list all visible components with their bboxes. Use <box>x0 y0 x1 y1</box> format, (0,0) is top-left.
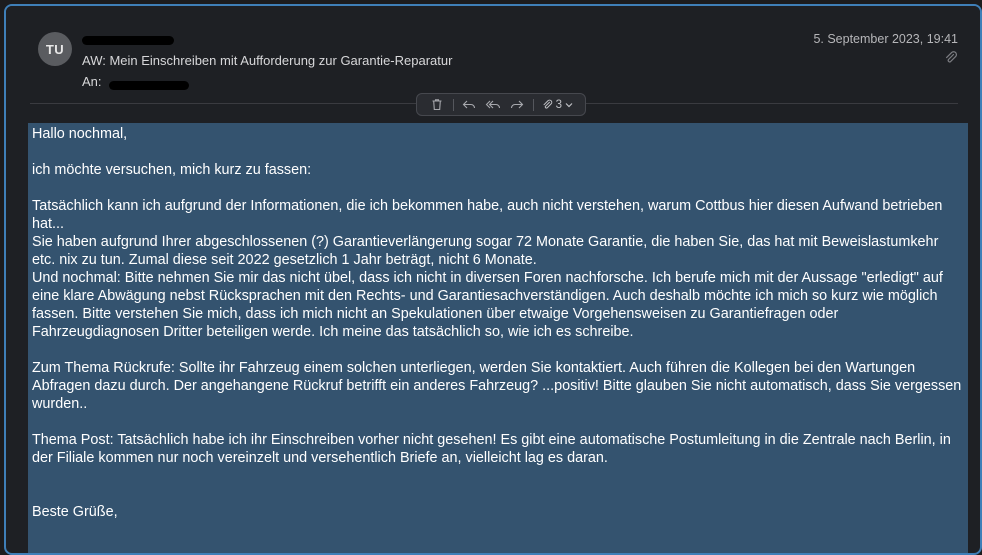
attachments-button[interactable]: 3 <box>542 99 573 111</box>
message-body[interactable]: Hallo nochmal, ich möchte versuchen, mic… <box>28 123 968 553</box>
attachment-count: 3 <box>555 98 563 111</box>
paragraph-2: Zum Thema Rückrufe: Sollte ihr Fahrzeug … <box>32 360 962 412</box>
closing: Beste Grüße, <box>32 504 118 520</box>
to-label: An: <box>82 74 102 89</box>
message-date: 5. September 2023, 19:41 <box>813 32 958 46</box>
mail-window: TU AW: Mein Einschreiben mit Aufforderun… <box>4 4 982 555</box>
paragraph-1-line: Und nochmal: Bitte nehmen Sie mir das ni… <box>32 270 943 340</box>
intro-paragraph: ich möchte versuchen, mich kurz zu fasse… <box>32 162 312 178</box>
recipient-row: An: <box>82 74 190 90</box>
paragraph-3: Thema Post: Tatsächlich habe ich ihr Ein… <box>32 432 951 466</box>
toolbar-separator <box>532 98 534 111</box>
paragraph-1: Tatsächlich kann ich aufgrund der Inform… <box>32 197 964 341</box>
trash-icon[interactable] <box>429 97 445 113</box>
paragraph-1-line: Tatsächlich kann ich aufgrund der Inform… <box>32 198 943 232</box>
forward-icon[interactable] <box>509 97 525 113</box>
paperclip-icon <box>944 51 958 65</box>
recipient-redacted[interactable] <box>105 77 190 90</box>
reply-icon[interactable] <box>461 97 477 113</box>
greeting: Hallo nochmal, <box>32 126 128 142</box>
paperclip-icon <box>543 99 552 109</box>
sender-name-redacted[interactable] <box>82 32 174 48</box>
message-header: TU AW: Mein Einschreiben mit Aufforderun… <box>6 6 980 116</box>
reply-all-icon[interactable] <box>485 97 501 113</box>
toolbar-separator <box>452 98 454 111</box>
avatar[interactable]: TU <box>38 32 72 66</box>
subject-line: AW: Mein Einschreiben mit Aufforderung z… <box>82 53 453 68</box>
paragraph-1-line: Sie haben aufgrund Ihrer abgeschlossenen… <box>32 234 939 268</box>
chevron-down-icon <box>565 102 573 107</box>
message-toolbar: 3 <box>416 93 586 116</box>
